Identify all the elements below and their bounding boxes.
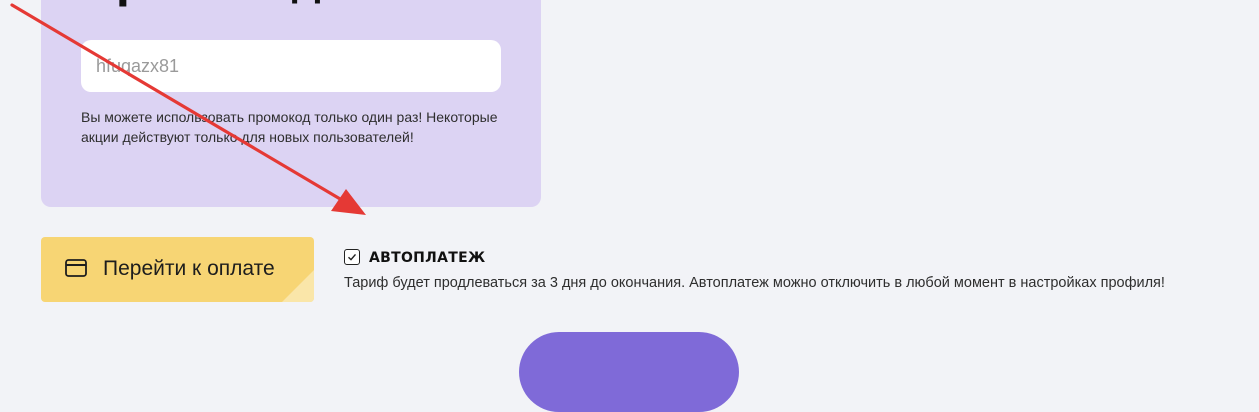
checkmark-icon [348, 253, 357, 261]
autopay-description: Тариф будет продлеваться за 3 дня до око… [344, 275, 1165, 291]
button-corner-decoration [282, 270, 314, 302]
go-to-payment-label: Перейти к оплате [103, 257, 275, 280]
autopay-checkbox[interactable] [344, 249, 360, 265]
promo-card: Промокод Вы можете использовать промокод… [41, 0, 541, 207]
promo-code-input[interactable] [81, 40, 501, 92]
credit-card-icon [65, 259, 87, 277]
promo-note: Вы можете использовать промокод только о… [81, 109, 498, 145]
next-button[interactable] [519, 332, 739, 412]
promo-title: Промокод [82, 0, 323, 8]
autopay-title: АВТОПЛАТЕЖ [369, 250, 486, 266]
go-to-payment-button[interactable]: Перейти к оплате [41, 237, 314, 302]
